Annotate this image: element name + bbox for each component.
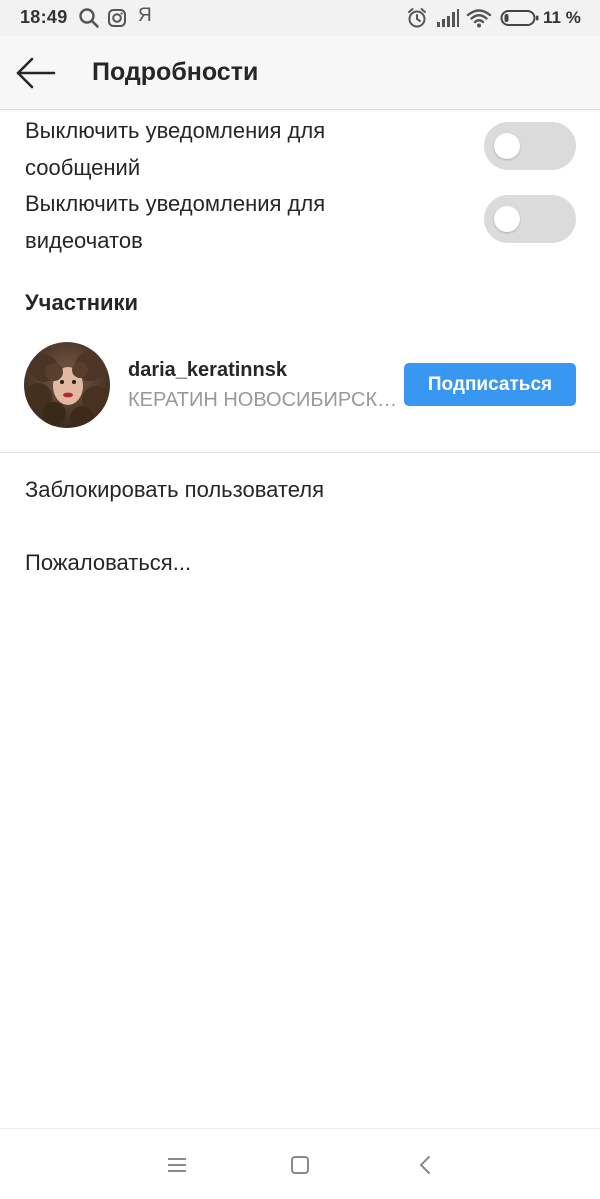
back-button[interactable] — [10, 52, 62, 94]
section-divider — [0, 452, 600, 453]
details-screen: 18:49 Я 11 % Подробности Выключить уведо… — [0, 0, 600, 1199]
battery-icon — [500, 10, 539, 26]
mute-messages-label: Выключить уведомления для сообщений — [25, 118, 326, 180]
participant-row[interactable]: daria_keratinnsk КЕРАТИН НОВОСИБИРСК… По… — [0, 335, 600, 435]
setting-mute-messages: Выключить уведомления для сообщений — [0, 112, 600, 186]
system-nav-bar — [0, 1128, 600, 1199]
instagram-icon — [108, 9, 126, 27]
avatar[interactable] — [24, 342, 110, 428]
alarm-icon — [408, 8, 426, 28]
yandex-icon: Я — [138, 5, 152, 26]
page-title: Подробности — [92, 58, 259, 86]
participants-section-title: Участники — [25, 290, 139, 315]
wifi-icon — [466, 9, 492, 28]
home-square-icon[interactable] — [288, 1153, 312, 1177]
battery-percent: 11 % — [543, 8, 581, 27]
top-app-bar: Подробности — [0, 36, 600, 110]
status-time: 18:49 — [20, 7, 68, 27]
search-icon — [79, 8, 99, 28]
participant-full-name: КЕРАТИН НОВОСИБИРСК… — [128, 389, 398, 411]
block-user-action[interactable]: Заблокировать пользователя — [25, 477, 575, 503]
participant-username[interactable]: daria_keratinnsk — [128, 359, 287, 382]
signal-icon — [437, 9, 459, 27]
mute-video-chats-label: Выключить уведомления для видеочатов — [25, 191, 326, 253]
mute-messages-toggle[interactable] — [484, 122, 576, 170]
menu-icon[interactable] — [165, 1153, 189, 1177]
follow-button[interactable]: Подписаться — [404, 363, 576, 406]
status-bar: 18:49 Я 11 % — [0, 0, 600, 36]
setting-mute-video-chats: Выключить уведомления для видеочатов — [0, 185, 600, 259]
back-chevron-icon[interactable] — [414, 1153, 438, 1177]
toggle-knob — [494, 206, 520, 232]
arrow-left-icon — [16, 57, 56, 89]
mute-video-chats-toggle[interactable] — [484, 195, 576, 243]
toggle-knob — [494, 133, 520, 159]
profile-photo — [24, 342, 110, 428]
report-action[interactable]: Пожаловаться... — [25, 550, 575, 576]
